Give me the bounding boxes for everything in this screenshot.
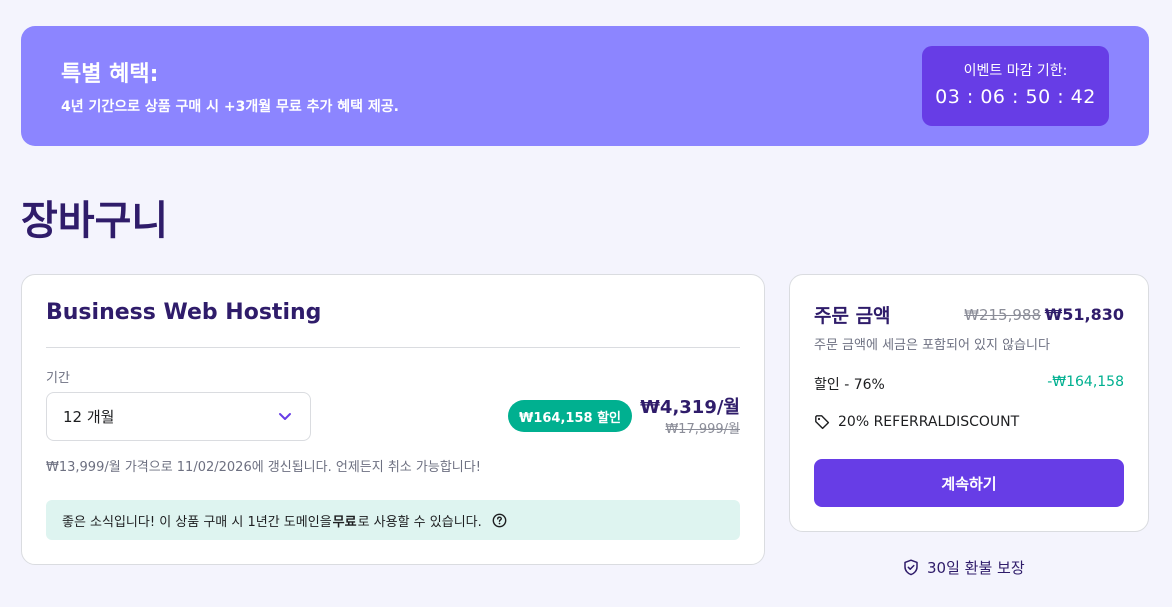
shield-check-icon bbox=[904, 559, 918, 576]
free-domain-text-start: 좋은 소식입니다! 이 상품 구매 시 1년간 도메인을 bbox=[62, 514, 332, 530]
applied-coupon: 20% REFERRALDISCOUNT bbox=[814, 414, 1019, 430]
period-value: 12 개월 bbox=[63, 408, 115, 426]
free-domain-text-bold: 무료 bbox=[332, 514, 357, 530]
money-back-guarantee: 30일 환불 보장 bbox=[903, 557, 1025, 578]
discount-value: -₩164,158 bbox=[1047, 374, 1124, 390]
promo-banner: 특별 혜택: 4년 기간으로 상품 구매 시 +3개월 무료 추가 혜택 제공.… bbox=[21, 26, 1149, 146]
cart-item-card: Business Web Hosting 기간 12 개월 ₩164,158 할… bbox=[21, 274, 765, 565]
free-domain-text-end: 로 사용할 수 있습니다. bbox=[357, 514, 482, 530]
help-icon[interactable] bbox=[492, 513, 507, 528]
coupon-code: 20% REFERRALDISCOUNT bbox=[838, 414, 1020, 430]
order-summary-card: 주문 금액 ₩215,988 ₩51,830 주문 금액에 세금은 포함되어 있… bbox=[789, 274, 1149, 532]
discount-label: 할인 - 76% bbox=[814, 377, 885, 393]
product-name: Business Web Hosting bbox=[46, 300, 322, 325]
divider bbox=[46, 347, 740, 348]
promo-title: 특별 혜택: bbox=[61, 62, 159, 87]
countdown-timer: 이벤트 마감 기한: 03 : 06 : 50 : 42 bbox=[922, 46, 1109, 126]
promo-subtitle: 4년 기간으로 상품 구매 시 +3개월 무료 추가 혜택 제공. bbox=[61, 99, 399, 115]
tag-icon bbox=[815, 415, 830, 430]
discount-badge: ₩164,158 할인 bbox=[508, 400, 632, 432]
free-domain-banner: 좋은 소식입니다! 이 상품 구매 시 1년간 도메인을 무료 로 사용할 수 있… bbox=[46, 500, 740, 540]
renewal-note: ₩13,999/월 가격으로 11/02/2026에 갱신됩니다. 언제든지 취… bbox=[46, 460, 481, 475]
continue-button[interactable]: 계속하기 bbox=[814, 459, 1124, 507]
page-title: 장바구니 bbox=[21, 198, 169, 244]
order-total: ₩51,830 bbox=[1044, 305, 1124, 324]
period-label: 기간 bbox=[46, 371, 70, 386]
chevron-down-icon bbox=[279, 412, 291, 420]
period-select[interactable]: 12 개월 bbox=[46, 392, 311, 441]
original-total: ₩215,988 bbox=[964, 306, 1041, 324]
guarantee-text: 30일 환불 보장 bbox=[927, 559, 1025, 577]
price-per-month: ₩4,319/월 bbox=[640, 397, 740, 418]
timer-label: 이벤트 마감 기한: bbox=[963, 63, 1068, 79]
order-summary-title: 주문 금액 bbox=[814, 305, 891, 327]
original-price-per-month: ₩17,999/월 bbox=[665, 422, 740, 437]
timer-value: 03 : 06 : 50 : 42 bbox=[935, 86, 1096, 108]
tax-note: 주문 금액에 세금은 포함되어 있지 않습니다 bbox=[814, 338, 1050, 353]
